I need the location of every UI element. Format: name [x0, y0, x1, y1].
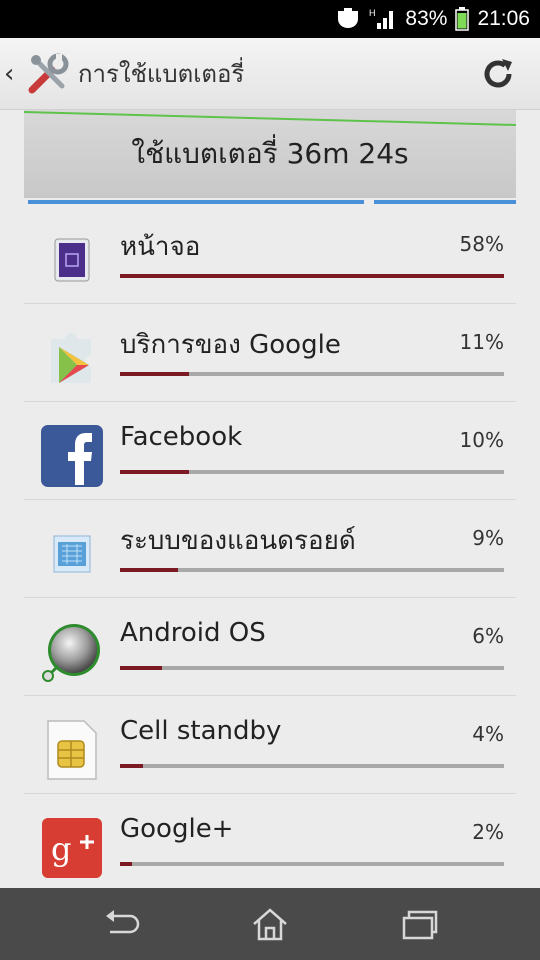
charge-timeline-bar: [28, 200, 364, 204]
battery-level-line: [24, 111, 516, 126]
usage-bar-fill: [120, 666, 163, 670]
list-item[interactable]: หน้าจอ 58%: [24, 206, 516, 304]
battery-usage-list: หน้าจอ 58% บริการของ Google 11% Facebook…: [24, 206, 516, 892]
usage-bar-track: [120, 372, 504, 376]
battery-icon: [455, 7, 470, 31]
back-icon: [106, 910, 140, 934]
app-name: บริการของ Google: [120, 330, 341, 360]
refresh-button[interactable]: [478, 54, 518, 94]
app-name: Android OS: [120, 618, 266, 648]
app-name: Cell standby: [120, 716, 282, 746]
android-system-icon: [40, 522, 104, 586]
signal-icon: H: [369, 7, 397, 31]
action-bar: ‹ การใช้แบตเตอรี่: [0, 38, 540, 110]
usage-bar-fill: [120, 862, 132, 866]
network-type-label: H: [369, 8, 376, 18]
back-button[interactable]: [102, 906, 142, 942]
app-name: Facebook: [120, 422, 243, 452]
usage-bar-fill: [120, 274, 504, 278]
battery-graph[interactable]: ใช้แบตเตอรี่ 36m 24s: [24, 110, 516, 206]
status-bar: H 83% 21:06: [0, 0, 540, 38]
usage-bar-fill: [120, 372, 190, 376]
screen-icon: [40, 228, 104, 292]
usage-bar-fill: [120, 470, 190, 474]
usage-duration-text: ใช้แบตเตอรี่ 36m 24s: [131, 137, 409, 170]
sim-card-icon: [40, 718, 104, 782]
up-chevron-icon[interactable]: ‹: [4, 59, 24, 89]
home-button[interactable]: [250, 906, 290, 942]
home-icon: [253, 908, 287, 941]
usage-bar-track: [120, 666, 504, 670]
facebook-icon: [40, 424, 104, 488]
usage-bar-track: [120, 862, 504, 866]
usage-percent: 9%: [472, 526, 504, 550]
usage-bar-track: [120, 568, 504, 572]
usage-percent: 58%: [459, 232, 504, 256]
usage-bar-fill: [120, 568, 178, 572]
notification-icon: [335, 8, 361, 30]
recents-icon: [402, 910, 438, 940]
battery-percent: 83%: [405, 7, 448, 30]
usage-percent: 4%: [472, 722, 504, 746]
usage-percent: 2%: [472, 820, 504, 844]
usage-bar-track: [120, 274, 504, 278]
usage-percent: 11%: [459, 330, 504, 354]
tools-icon[interactable]: [26, 52, 70, 96]
list-item[interactable]: Android OS 6%: [24, 598, 516, 696]
usage-bar-fill: [120, 764, 144, 768]
google-plus-icon: g: [40, 816, 104, 880]
page-title: การใช้แบตเตอรี่: [78, 60, 245, 88]
android-os-icon: [40, 620, 104, 684]
charge-timeline-bar: [374, 200, 516, 204]
usage-bar-track: [120, 764, 504, 768]
usage-percent: 6%: [472, 624, 504, 648]
app-name: หน้าจอ: [120, 232, 201, 262]
list-item[interactable]: g Google+ 2%: [24, 794, 516, 892]
list-item[interactable]: บริการของ Google 11%: [24, 304, 516, 402]
list-item[interactable]: Cell standby 4%: [24, 696, 516, 794]
list-item[interactable]: ระบบของแอนดรอยด์ 9%: [24, 500, 516, 598]
navigation-bar: [0, 888, 540, 960]
app-name: ระบบของแอนดรอยด์: [120, 526, 356, 556]
refresh-icon: [484, 59, 512, 88]
app-name: Google+: [120, 814, 234, 844]
svg-text:g: g: [51, 830, 71, 868]
usage-percent: 10%: [459, 428, 504, 452]
list-item[interactable]: Facebook 10%: [24, 402, 516, 500]
usage-bar-track: [120, 470, 504, 474]
clock: 21:06: [477, 7, 530, 30]
recents-button[interactable]: [400, 906, 440, 942]
google-play-services-icon: [40, 326, 104, 390]
